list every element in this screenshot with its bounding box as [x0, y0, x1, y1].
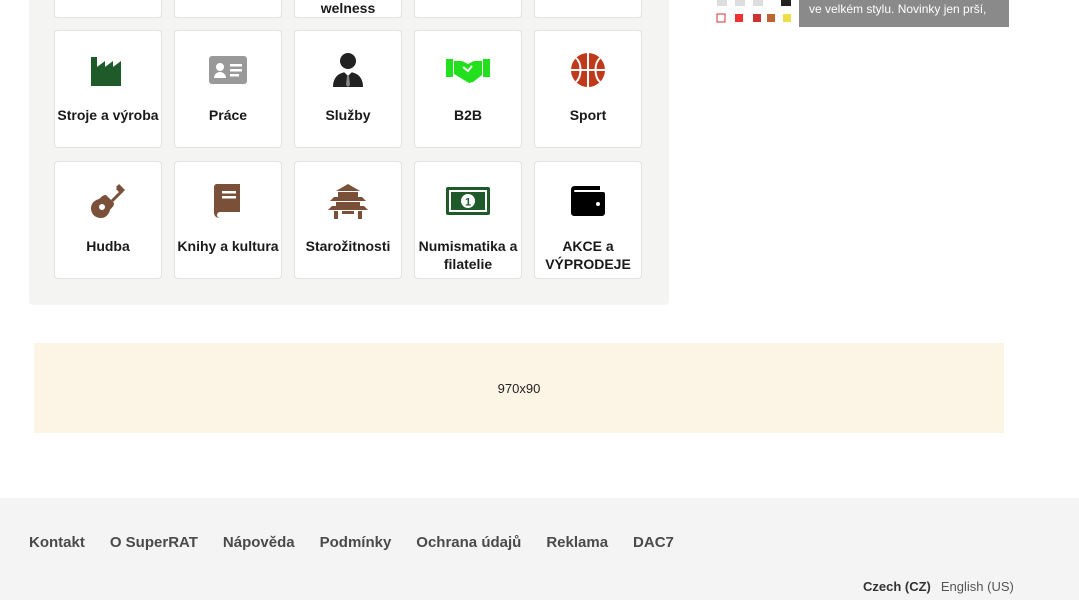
footer-link-dac7[interactable]: DAC7 — [633, 534, 674, 551]
category-tile[interactable] — [414, 0, 522, 18]
category-label: AKCE a VÝPRODEJE — [545, 238, 631, 272]
language-switcher: Czech (CZ) English (US) — [863, 579, 1014, 594]
wallet-icon — [535, 182, 641, 220]
id-card-icon — [175, 51, 281, 89]
category-label: Sport — [569, 107, 607, 123]
category-tile-sluzby[interactable]: Služby — [294, 30, 402, 148]
category-tile-sport[interactable]: Sport — [534, 30, 642, 148]
book-icon — [175, 182, 281, 220]
category-tile[interactable] — [174, 0, 282, 18]
category-label: Služby — [325, 107, 371, 123]
footer-link-o-superrat[interactable]: O SuperRAT — [110, 534, 198, 551]
svg-text:1: 1 — [465, 197, 471, 209]
category-tile-numismatika[interactable]: 1 Numismatika a filatelie — [414, 161, 522, 279]
category-label: welness — [320, 0, 376, 16]
guitar-icon — [55, 182, 161, 220]
footer: Kontakt O SuperRAT Nápověda Podmínky Och… — [0, 498, 1079, 600]
category-label: Numismatika a filatelie — [418, 238, 518, 272]
category-tile-b2b[interactable]: B2B — [414, 30, 522, 148]
ad-placeholder: 970x90 — [34, 343, 1004, 433]
factory-icon — [55, 51, 161, 89]
pagoda-icon — [295, 182, 401, 220]
language-czech[interactable]: Czech (CZ) — [863, 579, 931, 594]
promo-text-label: ve velkém stylu. Novinky jen prší, — [809, 2, 987, 16]
category-panel: welness Stroje a výroba Práce Služby B2B… — [29, 0, 669, 305]
footer-link-napoveda[interactable]: Nápověda — [223, 534, 295, 551]
category-label: Stroje a výroba — [57, 107, 159, 123]
category-tile[interactable] — [534, 0, 642, 18]
category-tile-prace[interactable]: Práce — [174, 30, 282, 148]
handshake-icon — [415, 51, 521, 89]
promo-text[interactable]: ve velkém stylu. Novinky jen prší, — [799, 0, 1009, 27]
footer-link-reklama[interactable]: Reklama — [546, 534, 608, 551]
category-tile-knihy[interactable]: Knihy a kultura — [174, 161, 282, 279]
footer-link-kontakt[interactable]: Kontakt — [29, 534, 85, 551]
category-label: Starožitnosti — [305, 238, 391, 254]
category-tile[interactable] — [54, 0, 162, 18]
category-tile-hudba[interactable]: Hudba — [54, 161, 162, 279]
category-label: Práce — [208, 107, 248, 123]
banknote-icon: 1 — [415, 182, 521, 220]
language-english[interactable]: English (US) — [941, 579, 1014, 594]
category-label: Knihy a kultura — [177, 238, 279, 254]
promo-thumbnail[interactable] — [711, 0, 799, 27]
basketball-icon — [535, 51, 641, 89]
category-tile-stroje[interactable]: Stroje a výroba — [54, 30, 162, 148]
category-label: Hudba — [86, 238, 130, 254]
footer-link-podminky[interactable]: Podmínky — [320, 534, 392, 551]
category-tile-welness[interactable]: welness — [294, 0, 402, 18]
businessman-icon — [295, 51, 401, 89]
category-tile-akce[interactable]: AKCE a VÝPRODEJE — [534, 161, 642, 279]
category-tile-starozitnosti[interactable]: Starožitnosti — [294, 161, 402, 279]
category-label: B2B — [453, 107, 482, 123]
footer-link-ochrana-udaju[interactable]: Ochrana údajů — [416, 534, 521, 551]
footer-links: Kontakt O SuperRAT Nápověda Podmínky Och… — [29, 534, 674, 551]
ad-size-label: 970x90 — [497, 380, 541, 396]
